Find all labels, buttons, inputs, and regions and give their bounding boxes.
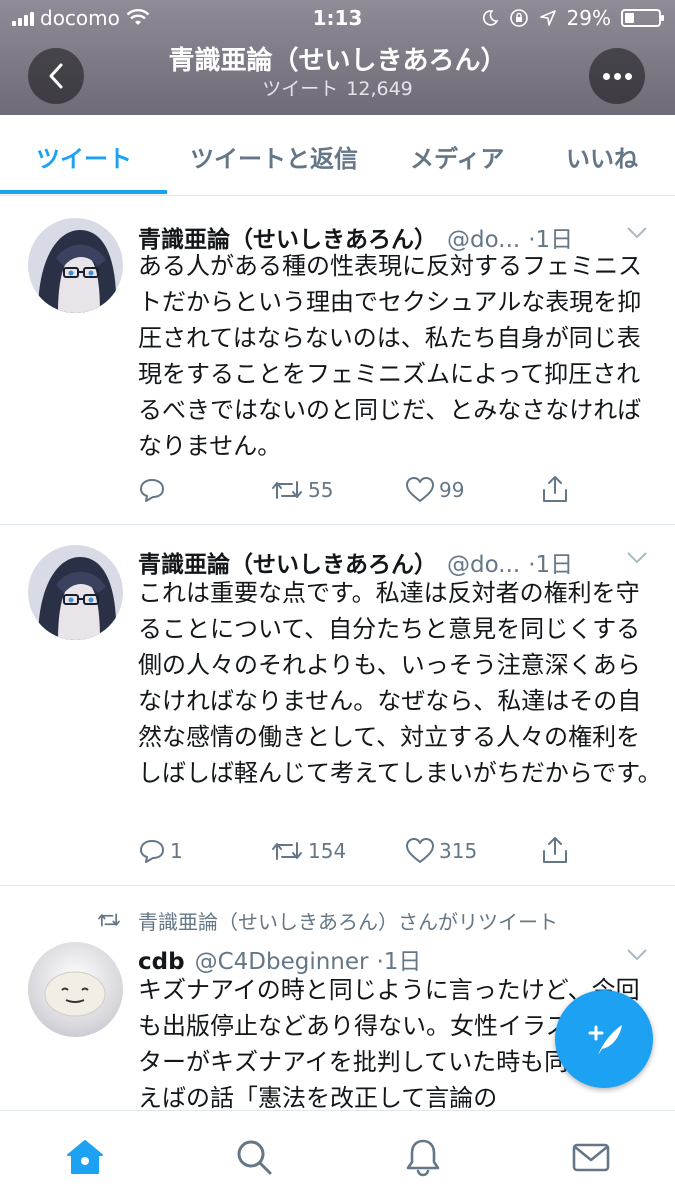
search-icon xyxy=(237,1140,272,1175)
nav-messages[interactable] xyxy=(569,1135,613,1179)
reply-button[interactable] xyxy=(138,476,170,504)
heart-icon xyxy=(406,838,434,863)
more-button[interactable] xyxy=(589,48,645,104)
avatar[interactable] xyxy=(28,942,123,1037)
chevron-down-icon[interactable] xyxy=(626,551,648,565)
chevron-down-icon[interactable] xyxy=(626,226,648,240)
share-icon xyxy=(543,476,567,502)
battery-icon xyxy=(621,9,664,27)
like-count: 99 xyxy=(439,478,465,502)
tweet-item[interactable]: 青識亜論（せいしきあろん） @do... ·1日 これは重要な点です。私達は反対者の… xyxy=(0,525,675,886)
battery-percent: 29% xyxy=(566,6,611,30)
more-dots-icon xyxy=(602,72,632,80)
tab-tweets[interactable]: ツイート xyxy=(36,139,132,174)
nav-search[interactable] xyxy=(232,1135,276,1179)
bell-icon xyxy=(406,1139,440,1177)
avatar[interactable] xyxy=(28,218,123,313)
tweet-text: これは重要な点です。私達は反対者の権利を守ることについて、自分たちと意見を同じく… xyxy=(138,579,662,787)
like-button[interactable]: 99 xyxy=(405,476,464,504)
tweet-count-label: ツイート xyxy=(262,78,339,100)
tab-likes[interactable]: いいね xyxy=(566,139,638,174)
chevron-down-icon[interactable] xyxy=(626,948,648,962)
avatar[interactable] xyxy=(28,545,123,640)
status-right: 29% xyxy=(481,6,664,30)
retweet-count: 154 xyxy=(308,839,347,863)
reply-count: 1 xyxy=(170,839,183,863)
nav-notifications[interactable] xyxy=(401,1135,445,1179)
moon-icon xyxy=(482,10,498,26)
retweet-count: 55 xyxy=(308,478,334,502)
profile-title: 青識亜論（せいしきあろん） xyxy=(168,46,507,76)
retweet-icon xyxy=(272,481,302,499)
like-count: 315 xyxy=(439,839,478,863)
tweet-text: ある人がある種の性表現に反対するフェミニストだからという理由でセクシュアルな表現… xyxy=(138,252,642,460)
retweet-button[interactable]: 154 xyxy=(270,837,346,865)
tweet-count-value: 12,649 xyxy=(346,78,413,100)
retweet-button[interactable]: 55 xyxy=(270,476,333,504)
retweet-icon xyxy=(98,913,120,927)
profile-tabs: ツイート ツイートと返信 メディア いいね xyxy=(0,115,675,196)
reply-icon xyxy=(140,479,164,502)
like-button[interactable]: 315 xyxy=(405,837,477,865)
tweet-header: cdb @C4Dbeginner ·1日 xyxy=(138,942,421,976)
retweeted-by-label[interactable]: 青識亜論（せいしきあろん）さんがリツイート xyxy=(138,906,558,935)
heart-icon xyxy=(406,477,434,502)
tab-tweets-and-replies[interactable]: ツイートと返信 xyxy=(190,139,358,174)
home-icon xyxy=(67,1140,103,1174)
compose-tweet-icon xyxy=(588,1025,622,1055)
share-button[interactable] xyxy=(540,474,570,504)
reply-icon xyxy=(140,840,164,863)
tab-media[interactable]: メディア xyxy=(410,139,504,174)
share-icon xyxy=(543,837,567,863)
active-tab-indicator xyxy=(0,190,167,194)
share-button[interactable] xyxy=(540,835,570,865)
tweet-count: ツイート 12,649 xyxy=(0,74,675,101)
bottom-navigation xyxy=(0,1110,675,1201)
orientation-lock-icon xyxy=(509,9,528,27)
status-bar: docomo 1:13 29% xyxy=(0,0,675,38)
tweet-header: 青識亜論（せいしきあろん） @do... ·1日 xyxy=(138,545,573,579)
location-icon xyxy=(539,10,556,26)
profile-header: docomo 1:13 29% 青識亜論（せいしきあろん） ツイート 12,64… xyxy=(0,0,675,115)
nav-home[interactable] xyxy=(63,1135,107,1179)
tweet-item[interactable]: 青識亜論（せいしきあろん） @do... ·1日 ある人がある種の性表現に反対するフ… xyxy=(0,196,675,525)
retweet-icon xyxy=(272,842,302,860)
compose-tweet-button[interactable] xyxy=(555,990,653,1088)
envelope-icon xyxy=(572,1143,610,1172)
reply-button[interactable]: 1 xyxy=(138,837,183,865)
